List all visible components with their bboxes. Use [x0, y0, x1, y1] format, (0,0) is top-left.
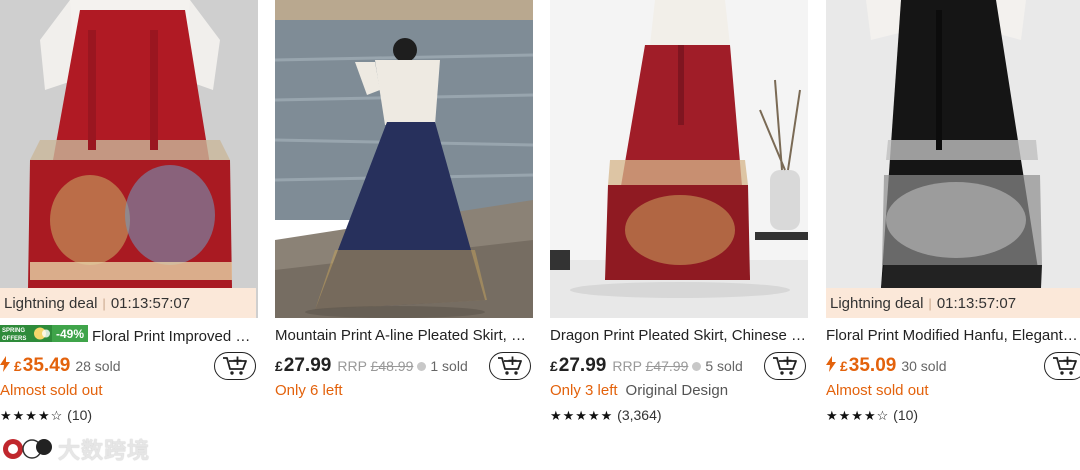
product-grid: Lightning deal | 01:13:57:07 SPRING OFFE… [0, 0, 1080, 440]
add-to-cart-button[interactable] [1044, 352, 1080, 380]
add-to-cart-button[interactable] [764, 352, 806, 380]
cart-plus-icon [773, 356, 797, 375]
product-image[interactable] [826, 0, 1080, 318]
currency: £ [14, 358, 22, 374]
price: £27.99 [550, 355, 607, 376]
sold-count: 30 sold [901, 358, 947, 374]
spring-offers-badge: SPRING OFFERS -49% [0, 325, 88, 347]
price: £27.99 [275, 355, 332, 376]
deal-timer: 01:13:57:07 [936, 294, 1017, 312]
info-dot-icon [692, 361, 702, 371]
stock-status: Almost sold out [826, 382, 929, 399]
price-row: £27.99 RRP £47.99 5 sold [550, 352, 808, 380]
currency: £ [840, 358, 848, 374]
rrp: RRP £47.99 [612, 358, 689, 374]
watermark-logo-icon [3, 439, 52, 459]
product-title-text[interactable]: Dragon Print Pleated Skirt, Chinese Styl… [550, 327, 808, 344]
watermark: 大数跨境 [2, 434, 150, 464]
stock-status: Only 6 left [275, 382, 343, 399]
price: £35.09 [840, 355, 897, 376]
cart-plus-icon [498, 356, 522, 375]
review-count: (10) [67, 407, 93, 423]
info-dot-icon [417, 361, 427, 371]
lightning-icon [0, 355, 10, 377]
deal-timer: 01:13:57:07 [110, 294, 191, 312]
deal-separator: | [102, 295, 106, 311]
deal-separator: | [928, 295, 932, 311]
price-row: £35.49 28 sold [0, 352, 258, 380]
product-image[interactable] [550, 0, 808, 318]
cart-plus-icon [223, 356, 247, 375]
product-title[interactable]: SPRING OFFERS -49% Floral Print Improved… [0, 325, 258, 347]
currency: £ [275, 358, 283, 374]
lightning-deal-banner: Lightning deal | 01:13:57:07 [0, 288, 256, 318]
add-to-cart-button[interactable] [214, 352, 256, 380]
product-card[interactable]: Mountain Print A-line Pleated Skirt, Chi… [275, 0, 533, 440]
lightning-deal-banner: Lightning deal | 01:13:57:07 [826, 288, 1080, 318]
promo-line2: OFFERS [2, 336, 26, 342]
review-count: (3,364) [617, 407, 662, 423]
watermark-text: 大数跨境 [58, 438, 151, 463]
product-title[interactable]: Dragon Print Pleated Skirt, Chinese Styl… [550, 325, 808, 347]
discount-badge: -49% [56, 327, 84, 341]
product-title[interactable]: Floral Print Modified Hanfu, Elegant Ski… [826, 325, 1080, 347]
add-to-cart-button[interactable] [489, 352, 531, 380]
price-row: £35.09 30 sold [826, 352, 1080, 380]
deal-label: Lightning deal [830, 294, 924, 312]
rrp: RRP £48.99 [337, 358, 414, 374]
product-card[interactable]: Lightning deal | 01:13:57:07 Floral Prin… [826, 0, 1080, 440]
stock-status: Almost sold out [0, 382, 103, 399]
product-image[interactable] [0, 0, 258, 318]
original-design-label: Original Design [625, 382, 729, 399]
stars-icon: ★★★★☆ [826, 408, 890, 423]
cart-plus-icon [1053, 356, 1077, 375]
product-title-text[interactable]: Floral Print Modified Hanfu, Elegant Ski… [826, 327, 1080, 344]
product-title-text[interactable]: Floral Print Improved Hanfu Skirt [92, 328, 258, 345]
stars-icon: ★★★★☆ [0, 408, 64, 423]
stock-text: Only 3 left [550, 382, 618, 399]
product-card[interactable]: Lightning deal | 01:13:57:07 SPRING OFFE… [0, 0, 258, 440]
stars-icon: ★★★★★ [550, 408, 614, 423]
promo-line1: SPRING [2, 328, 25, 334]
price-row: £27.99 RRP £48.99 1 sold [275, 352, 533, 380]
review-count: (10) [893, 407, 919, 423]
deal-label: Lightning deal [4, 294, 98, 312]
sold-count: 1 sold [430, 358, 468, 374]
product-title-text[interactable]: Mountain Print A-line Pleated Skirt, Chi… [275, 327, 533, 344]
rating[interactable]: ★★★★☆ (10) [826, 407, 918, 424]
product-title[interactable]: Mountain Print A-line Pleated Skirt, Chi… [275, 325, 533, 347]
product-card[interactable]: Dragon Print Pleated Skirt, Chinese Styl… [550, 0, 808, 440]
stock-status: Only 3 left Original Design [550, 382, 728, 399]
rating[interactable]: ★★★★★ (3,364) [550, 407, 662, 424]
rating[interactable]: ★★★★☆ (10) [0, 407, 92, 424]
price: £35.49 [14, 355, 71, 376]
currency: £ [550, 358, 558, 374]
product-image[interactable] [275, 0, 533, 318]
lightning-icon [826, 355, 836, 377]
sold-count: 5 sold [705, 358, 743, 374]
sold-count: 28 sold [75, 358, 121, 374]
